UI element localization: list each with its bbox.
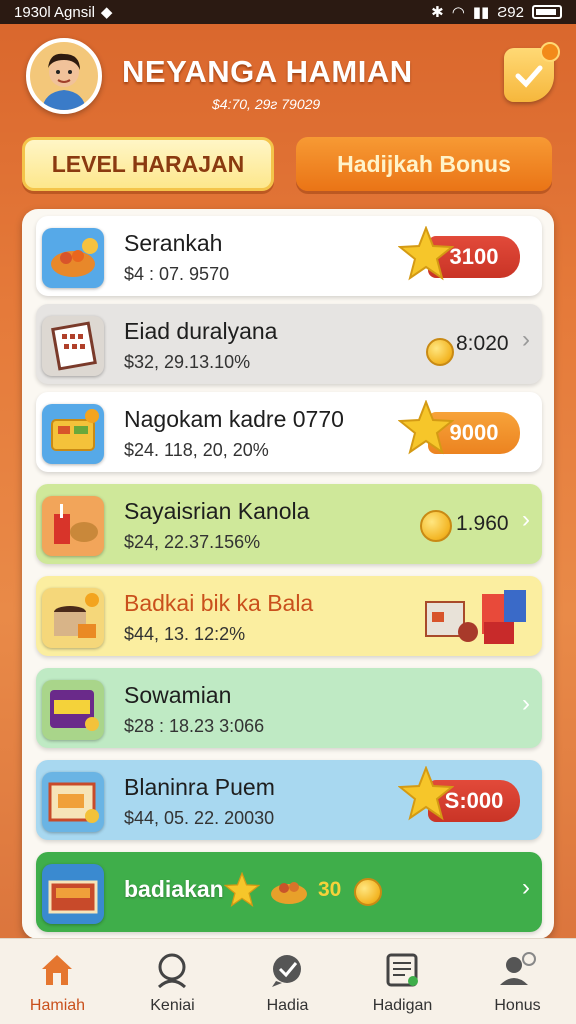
list-item[interactable]: Eiad duralyana $32, 29.13.10% 8:020 › [36, 304, 542, 384]
list-item[interactable]: Nagokam kadre 0770 $24. 118, 20, 20% 900… [36, 392, 542, 472]
pot-icon [42, 588, 104, 648]
coin-icon [354, 878, 382, 906]
wifi-icon: ◠ [451, 4, 465, 21]
balance-text: $4:70, 29ƨ 79029 [212, 96, 321, 112]
item-title: Eiad duralyana [124, 318, 278, 344]
item-title: Sowamian [124, 682, 232, 708]
star-icon [398, 226, 454, 281]
item-title: Blaninra Puem [124, 774, 275, 800]
item-title: Sayaisrian Kanola [124, 498, 310, 524]
gift-boxes-icon [425, 590, 526, 644]
username: NEYANGA HAMIAN [122, 54, 413, 89]
food-bowl-icon [271, 882, 307, 904]
nav-home[interactable]: Hamiah [0, 939, 115, 1024]
bottom-nav: Hamiah Keniai Hadia Hadigan Honus [0, 938, 576, 1024]
chevron-right-icon: › [522, 690, 530, 717]
nav-label: Hadia [266, 997, 309, 1014]
location-icon: ◆ [100, 4, 113, 21]
nav-chat[interactable]: Hadia [230, 939, 345, 1024]
list-item[interactable]: badiakan 30 › [36, 852, 542, 932]
chevron-right-icon: › [522, 874, 530, 901]
lunchbox-icon [42, 404, 104, 464]
item-subtitle: $24, 22.37.156% [124, 532, 261, 552]
list-item[interactable]: Sayaisrian Kanola $24, 22.37.156% 1.960 … [36, 484, 542, 564]
calendar-board-icon [42, 316, 104, 376]
list-item[interactable]: Sowamian $28 : 18.23 3:066 › [36, 668, 542, 748]
status-time: 1930l Agnsil [14, 3, 95, 21]
user-settings-icon [500, 952, 536, 985]
nav-label: Hadigan [372, 997, 433, 1014]
snack-pack-icon [42, 772, 104, 832]
item-title: badiakan [124, 876, 224, 902]
signal-icon: ▮▮ [472, 4, 490, 21]
food-bowl-icon [42, 228, 104, 288]
tab-level[interactable]: LEVEL HARAJAN [22, 137, 274, 191]
nav-label: Hamiah [29, 997, 86, 1014]
star-icon [398, 766, 454, 821]
nav-label: Keniai [150, 997, 195, 1014]
list-item[interactable]: Badkai bik ka Bala $44, 13. 12:2% [36, 576, 542, 656]
drink-food-icon [42, 496, 104, 556]
star-icon [224, 872, 260, 907]
status-bar: 1930l Agnsil ◆ ✱ ◠ ▮▮ Ƨ92 [0, 0, 576, 24]
chat-icon [272, 955, 301, 987]
item-title: Serankah [124, 230, 223, 256]
battery-icon [532, 5, 562, 19]
reward-value: 1.960 [456, 512, 509, 535]
profile-header: NEYANGA HAMIAN $4:70, 29ƨ 79029 [0, 24, 576, 134]
tab-bonus[interactable]: Hadijkah Bonus [296, 137, 552, 191]
reward-badge-button[interactable] [504, 42, 560, 102]
reward-value: 8:020 [456, 332, 509, 355]
avatar[interactable] [26, 38, 102, 114]
snack-bag-icon [42, 680, 104, 740]
star-icon [398, 400, 454, 455]
reward-value: 30 [318, 878, 342, 901]
bluetooth-icon: ✱ [431, 4, 444, 21]
list-item[interactable]: Serankah $4 : 07. 9570 3100 [36, 216, 542, 296]
nav-label: Honus [494, 997, 541, 1014]
item-title: Badkai bik ka Bala [124, 590, 314, 616]
notification-dot [540, 42, 560, 62]
chevron-right-icon: › [522, 326, 530, 353]
coin-icon [426, 338, 454, 366]
item-subtitle: $32, 29.13.10% [124, 352, 251, 372]
item-subtitle: $44, 13. 12:2% [124, 624, 246, 644]
item-subtitle: $28 : 18.23 3:066 [124, 716, 265, 736]
item-title: Nagokam kadre 0770 [124, 406, 344, 432]
status-battery-text: Ƨ92 [497, 3, 524, 21]
food-box-icon [42, 864, 104, 924]
list-item[interactable]: Blaninra Puem $44, 05. 22. 20030 S:000 [36, 760, 542, 840]
nav-user-settings[interactable]: Honus [460, 939, 575, 1024]
document-icon [386, 953, 418, 987]
nav-profile[interactable]: Keniai [115, 939, 230, 1024]
item-subtitle: $44, 05. 22. 20030 [124, 808, 275, 828]
profile-icon [157, 953, 187, 989]
item-subtitle: $4 : 07. 9570 [124, 264, 230, 284]
home-icon [42, 955, 72, 985]
item-subtitle: $24. 118, 20, 20% [124, 440, 269, 460]
nav-document[interactable]: Hadigan [345, 939, 460, 1024]
coin-icon [420, 510, 452, 542]
chevron-right-icon: › [522, 506, 530, 533]
